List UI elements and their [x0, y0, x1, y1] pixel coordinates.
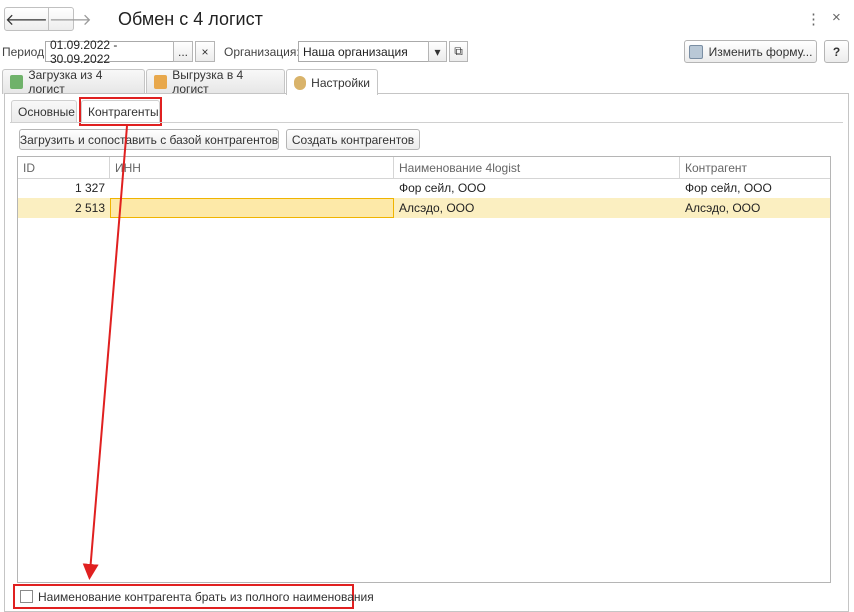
arrow-line	[82, 125, 128, 580]
settings-icon	[294, 75, 307, 90]
annotation-arrow	[82, 125, 128, 580]
tab-settings[interactable]: Настройки	[286, 69, 378, 95]
tab-settings-label: Настройки	[311, 75, 370, 90]
